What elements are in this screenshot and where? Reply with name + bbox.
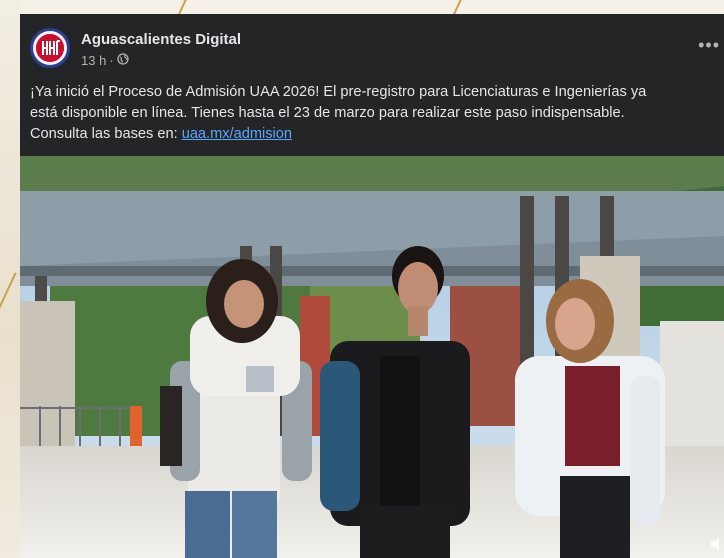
post-text-line-3: Consulta las bases en:: [30, 126, 182, 142]
post-header: Aguascalientes Digital 13 h · •••: [20, 14, 724, 76]
background-decoration: [0, 0, 20, 558]
post-text-line: Consulta las bases en: uaa.mx/admision: [30, 124, 720, 145]
page-name-link[interactable]: Aguascalientes Digital: [81, 31, 241, 48]
post-timestamp[interactable]: 13 h: [81, 53, 106, 68]
more-options-icon[interactable]: •••: [698, 36, 720, 54]
video-sound-icon[interactable]: [710, 536, 724, 552]
post-meta: 13 h ·: [81, 53, 129, 68]
post-text-line: está disponible en línea. Tienes hasta e…: [30, 105, 625, 121]
post-photo[interactable]: [20, 156, 724, 558]
globe-icon: [117, 53, 129, 68]
meta-separator: ·: [109, 53, 114, 68]
page-avatar[interactable]: [30, 28, 70, 68]
post-text-line: ¡Ya inició el Proceso de Admisión UAA 20…: [30, 84, 647, 100]
logo-icon: [36, 34, 64, 62]
admission-link[interactable]: uaa.mx/admision: [182, 126, 292, 142]
post-card: Aguascalientes Digital 13 h · ••• ¡Ya in…: [20, 14, 724, 558]
post-text: ¡Ya inició el Proceso de Admisión UAA 20…: [30, 82, 720, 145]
